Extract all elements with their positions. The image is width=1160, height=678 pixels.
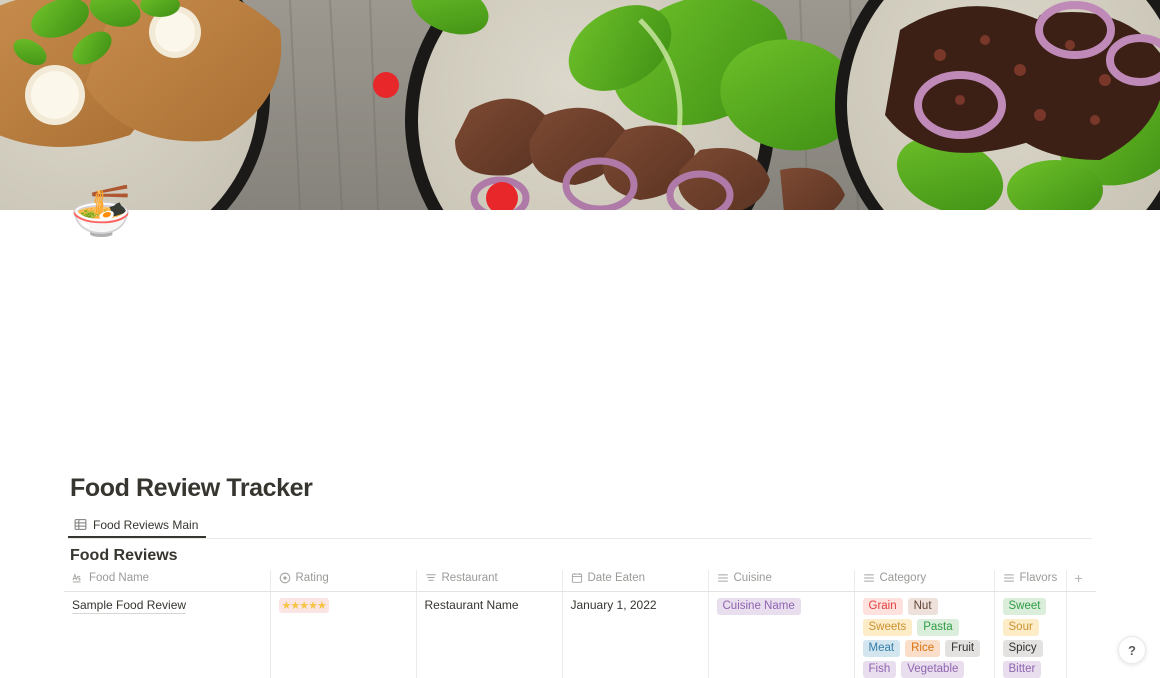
tag-cuisine-name[interactable]: Cuisine Name	[716, 597, 801, 615]
page-emoji-icon[interactable]: 🍜	[70, 182, 132, 240]
tag-nut[interactable]: Nut	[907, 597, 938, 615]
cell-flavors[interactable]: SweetSourSpicyBitterSalty	[994, 591, 1067, 678]
title-icon	[72, 572, 84, 584]
text-icon	[425, 572, 437, 584]
tag-rice[interactable]: Rice	[905, 639, 941, 657]
tab-food-reviews-main[interactable]: Food Reviews Main	[68, 513, 207, 538]
tag-spicy[interactable]: Spicy	[1002, 639, 1043, 657]
column-label: Rating	[295, 572, 329, 584]
tag-vegetable[interactable]: Vegetable	[901, 660, 965, 678]
database-title[interactable]: Food Reviews	[70, 547, 178, 565]
column-label: Date Eaten	[587, 572, 646, 584]
help-button[interactable]: ?	[1118, 636, 1146, 664]
cell-category[interactable]: Grain Nut Sweets Pasta Meat Rice Fruit Fish Vege…	[854, 591, 995, 678]
tag-sour[interactable]: Sour	[1002, 618, 1039, 636]
add-column-button[interactable]: +	[1066, 570, 1096, 592]
cell-food-name[interactable]: Sample Food Review	[64, 591, 271, 678]
tab-label: Food Reviews Main	[93, 517, 199, 532]
column-label: Category	[879, 572, 927, 584]
multiselect-icon	[717, 572, 729, 584]
column-header-food-name[interactable]: Food Name	[64, 570, 271, 592]
column-label: Restaurant	[441, 572, 498, 584]
calendar-icon	[571, 572, 583, 584]
page-title[interactable]: Food Review Tracker	[70, 474, 313, 503]
view-tabs-bar: Food Reviews Main	[68, 513, 1092, 539]
column-header-flavors[interactable]: Flavors	[994, 570, 1067, 592]
cell-spacer	[1066, 591, 1096, 678]
table-icon	[74, 518, 87, 531]
table-body: Sample Food Review ★★★★★ Restaurant Name Ja…	[64, 591, 1096, 678]
column-header-restaurant[interactable]: Restaurant	[416, 570, 563, 592]
rating-stars: ★★★★★	[278, 597, 329, 613]
category-tags: Grain Nut Sweets Pasta Meat Rice Fruit Fish Vege…	[862, 597, 986, 678]
table-header-row: Food Name Rating Restaurant Date Eaten C…	[64, 570, 1096, 592]
food-reviews-table: Food Name Rating Restaurant Date Eaten C…	[64, 570, 1096, 678]
cell-date-eaten[interactable]: January 1, 2022	[562, 591, 709, 678]
column-header-rating[interactable]: Rating	[270, 570, 417, 592]
column-header-date-eaten[interactable]: Date Eaten	[562, 570, 709, 592]
column-label: Cuisine	[733, 572, 772, 584]
cell-cuisine[interactable]: Cuisine Name	[708, 591, 855, 678]
tag-sweets[interactable]: Sweets	[862, 618, 913, 636]
cell-restaurant[interactable]: Restaurant Name	[416, 591, 563, 678]
tag-pasta[interactable]: Pasta	[917, 618, 959, 636]
table-row[interactable]: Sample Food Review ★★★★★ Restaurant Name Ja…	[64, 591, 1096, 678]
tag-bitter[interactable]: Bitter	[1002, 660, 1042, 678]
multiselect-icon	[1003, 572, 1015, 584]
cell-rating[interactable]: ★★★★★	[270, 591, 417, 678]
tag-grain[interactable]: Grain	[862, 597, 903, 615]
tag-sweet[interactable]: Sweet	[1002, 597, 1047, 615]
multiselect-icon	[863, 572, 875, 584]
column-header-category[interactable]: Category	[854, 570, 995, 592]
tag-meat[interactable]: Meat	[862, 639, 901, 657]
add-column-label: +	[1074, 570, 1083, 586]
column-label: Food Name	[89, 572, 150, 584]
cover-illustration	[0, 0, 1160, 210]
column-header-cuisine[interactable]: Cuisine	[708, 570, 855, 592]
page-cover-image	[0, 0, 1160, 210]
flavors-tags: SweetSourSpicyBitterSalty	[1002, 597, 1058, 678]
cuisine-tags: Cuisine Name	[716, 597, 846, 615]
notion-page: 🍜 Food Review Tracker Food Reviews Main …	[0, 0, 1160, 678]
column-label: Flavors	[1019, 572, 1058, 584]
select-icon	[279, 572, 291, 584]
tag-fruit[interactable]: Fruit	[945, 639, 981, 657]
food-name-link[interactable]: Sample Food Review	[72, 598, 187, 614]
tag-fish[interactable]: Fish	[862, 660, 897, 678]
